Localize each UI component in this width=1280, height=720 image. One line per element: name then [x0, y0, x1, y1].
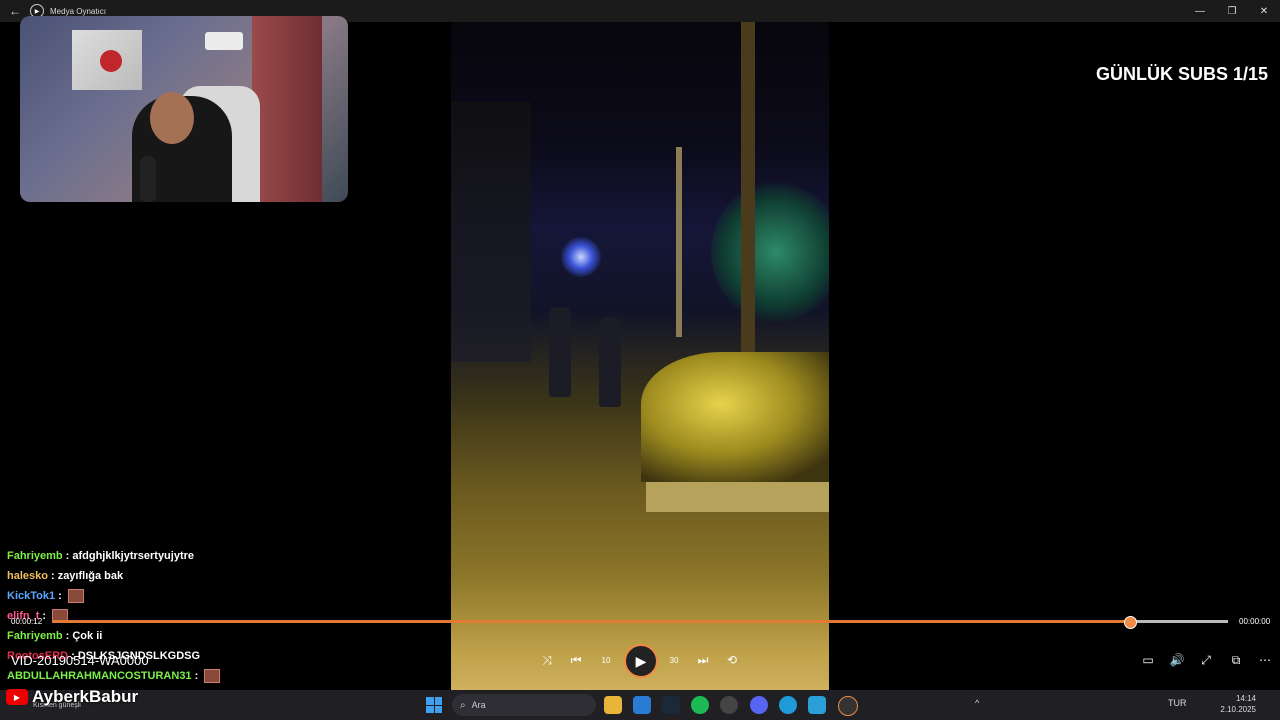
youtube-icon: ▶	[6, 689, 28, 705]
miniplayer-icon[interactable]: ⧉	[1226, 650, 1246, 670]
photos-icon[interactable]	[633, 696, 651, 714]
forward-30-icon[interactable]: 30	[664, 650, 684, 670]
total-time: 00:00:00	[1239, 617, 1271, 626]
video-lamp-post	[676, 147, 682, 337]
channel-name: AyberkBabur	[32, 687, 139, 706]
chat-message: halesko: zayıflığa bak	[7, 566, 307, 586]
chat-text: : zayıflığa bak	[50, 570, 124, 582]
video-curb	[646, 482, 829, 512]
cam-streamer-head	[150, 92, 194, 144]
file-explorer-icon[interactable]	[604, 696, 622, 714]
chat-username: Fahriyemb	[7, 550, 63, 562]
edge-icon[interactable]	[779, 696, 797, 714]
channel-brand: ▶ AyberkBabur	[6, 687, 138, 707]
chat-text: : afdghjklkjytrsertyujytre	[65, 550, 195, 562]
playback-controls: VID-20190514-WA0000 ⤨ ⏮ 10 ▶ 30 ⏭ ⟲ ▭ 🔊 …	[0, 640, 1280, 680]
clock-time: 14:14	[1235, 694, 1256, 703]
video-trees	[711, 182, 829, 322]
video-person	[549, 307, 571, 397]
clock-date: 2.10.2025	[1220, 705, 1256, 714]
discord-icon[interactable]	[750, 696, 768, 714]
search-placeholder: Ara	[471, 700, 486, 710]
taskbar-search[interactable]: ⌕ Ara	[452, 694, 596, 716]
video-frame[interactable]	[451, 22, 829, 710]
previous-icon[interactable]: ⏮	[566, 650, 586, 670]
chat-username: halesko	[7, 570, 48, 582]
play-button[interactable]: ▶	[624, 644, 658, 678]
subs-counter: GÜNLÜK SUBS 1/15	[1095, 64, 1268, 84]
search-icon: ⌕	[460, 699, 466, 711]
shuffle-icon[interactable]: ⤨	[537, 650, 557, 670]
subtitles-icon[interactable]: ▭	[1138, 650, 1158, 670]
windows-start-icon[interactable]	[426, 697, 442, 713]
minimize-button[interactable]: —	[1184, 0, 1216, 22]
seek-handle[interactable]	[1124, 616, 1138, 629]
store-icon[interactable]	[808, 696, 826, 714]
steam-icon[interactable]	[662, 696, 680, 714]
discord-alt-icon[interactable]	[720, 696, 738, 714]
cam-air-conditioner	[205, 32, 243, 50]
chat-message: Fahriyemb: afdghjklkjytrsertyujytre	[7, 546, 307, 566]
window-controls: — ❐ ✕	[1184, 0, 1280, 22]
clock[interactable]: 14:14 2.10.2025	[1220, 693, 1256, 715]
video-building	[451, 102, 531, 362]
webcam-overlay	[20, 16, 348, 202]
chat-emote-icon	[67, 589, 84, 603]
seek-bar[interactable]: 00:00:12 00:00:00	[0, 611, 1280, 633]
file-name: VID-20190514-WA0000	[11, 653, 149, 668]
forward-label: 30	[669, 655, 679, 665]
more-options-icon[interactable]: ⋯	[1255, 650, 1275, 670]
spotify-icon[interactable]	[691, 696, 709, 714]
maximize-button[interactable]: ❐	[1216, 0, 1248, 22]
close-button[interactable]: ✕	[1248, 0, 1280, 22]
tray-chevron-icon[interactable]: ^	[975, 698, 979, 708]
seek-track[interactable]	[52, 616, 1228, 629]
repeat-icon[interactable]: ⟲	[722, 650, 742, 670]
fullscreen-icon[interactable]: ⤢	[1196, 650, 1216, 670]
language-indicator[interactable]: TUR	[1168, 698, 1187, 708]
video-street-light	[561, 237, 601, 277]
rewind-label: 10	[601, 655, 611, 665]
seek-progress	[52, 620, 1131, 623]
chat-username: KickTok1	[7, 590, 56, 602]
next-icon[interactable]: ⏭	[693, 650, 713, 670]
chat-text: :	[58, 590, 62, 602]
volume-icon[interactable]: 🔊	[1167, 650, 1187, 670]
video-flower-bed	[641, 352, 829, 482]
cam-curtain	[252, 16, 322, 202]
video-person	[599, 317, 621, 407]
current-time: 00:00:12	[11, 617, 43, 626]
taskbar: Kısmen güneşli ⌕ Ara ^ TUR 14:14 2.10.20…	[0, 690, 1280, 720]
window-title: Medya Oynatıcı	[50, 6, 107, 16]
chat-message: KickTok1:	[7, 586, 307, 606]
cam-microphone	[140, 156, 156, 202]
media-player-taskbar-icon[interactable]	[838, 696, 858, 716]
cam-wall-art	[72, 30, 142, 90]
rewind-10-icon[interactable]: 10	[596, 650, 616, 670]
